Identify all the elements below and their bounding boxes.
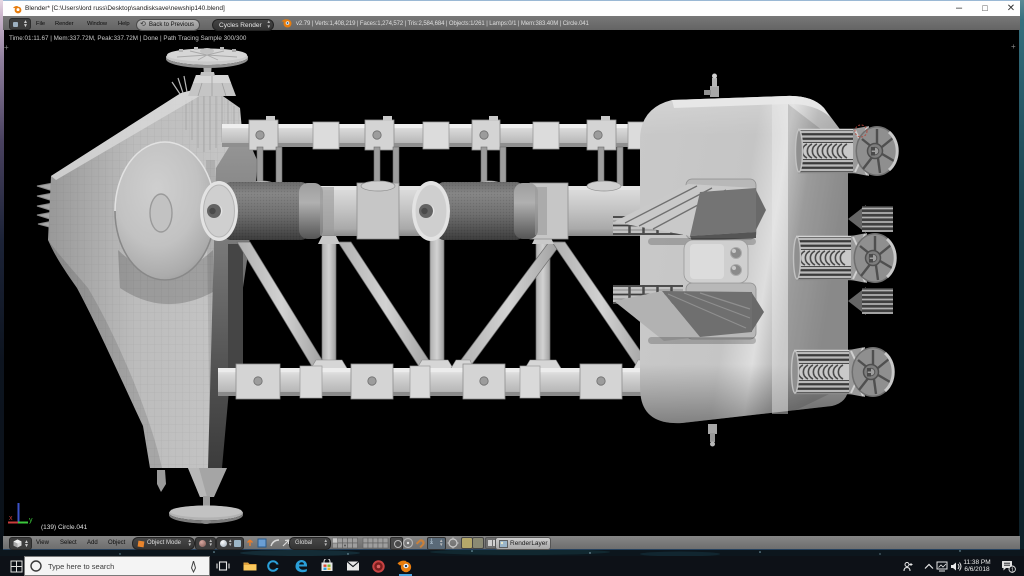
svg-text:x: x	[9, 515, 13, 522]
svg-text:y: y	[29, 517, 33, 524]
svg-text:1: 1	[1011, 568, 1014, 574]
